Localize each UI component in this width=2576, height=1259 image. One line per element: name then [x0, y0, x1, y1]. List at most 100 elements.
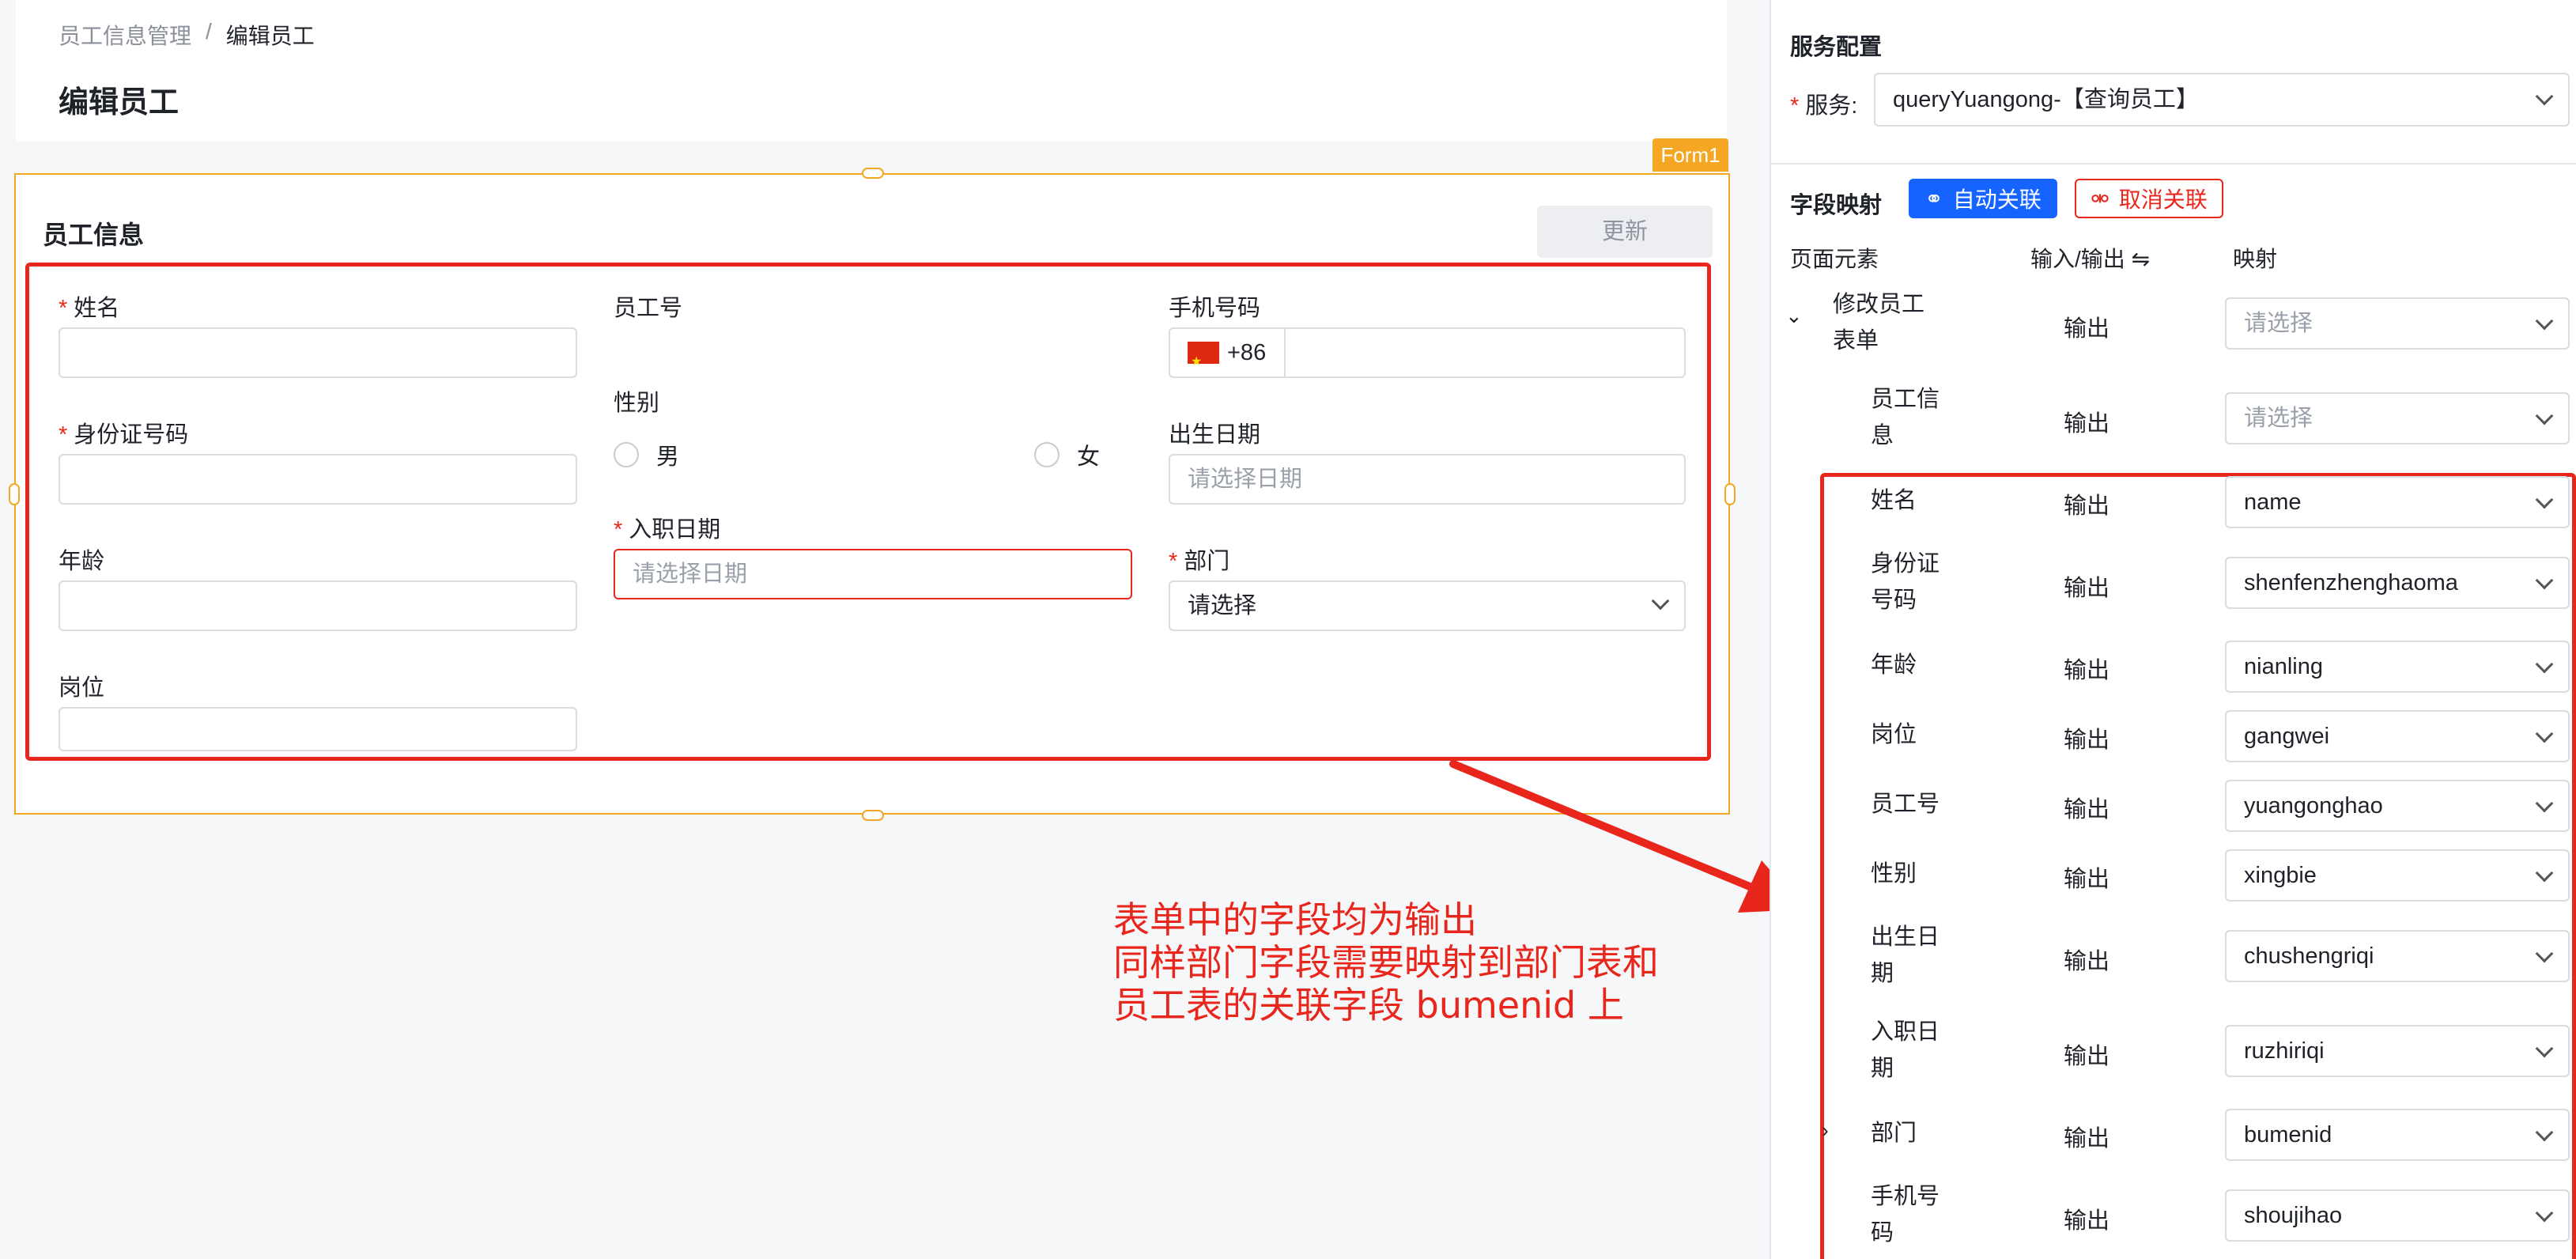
phone-input[interactable]: +86 [1169, 327, 1686, 386]
unlink-icon: ⚮ [2091, 186, 2110, 211]
element-name: 期 [1871, 961, 1894, 986]
resize-handle-bottom[interactable] [862, 810, 884, 821]
service-select[interactable]: queryYuangong-【查询员工】 [1874, 73, 2570, 127]
properties-panel: 服务配置 * 服务: queryYuangong-【查询员工】 字段映射 ⚭ 自动… [1770, 0, 2576, 1259]
chevron-down-icon [2535, 655, 2554, 674]
mapping-select[interactable]: yuangonghao [2225, 780, 2570, 832]
birthdate-picker[interactable]: 请选择日期 [1169, 454, 1686, 505]
panel-divider [1771, 163, 2576, 164]
department-label: * 部门 [1169, 549, 1230, 574]
breadcrumb-parent[interactable]: 员工信息管理 [59, 19, 191, 51]
auto-link-button[interactable]: ⚭ 自动关联 [1909, 179, 2057, 218]
resize-handle-left[interactable] [9, 483, 20, 505]
resize-handle-right[interactable] [1724, 483, 1736, 505]
mapping-row[interactable]: 年龄 输出 nianling [1771, 641, 2576, 693]
mapping-select[interactable]: ruzhiriqi [2225, 1025, 2570, 1077]
mapping-row[interactable]: 手机号 码 输出 shoujihao [1771, 1178, 2576, 1254]
update-button[interactable]: 更新 [1537, 206, 1713, 258]
element-name: 表单 [1833, 328, 1879, 354]
radio-circle-icon[interactable] [1034, 442, 1059, 467]
column-header-mapping: 映射 [2233, 247, 2278, 271]
mapping-select[interactable]: nianling [2225, 641, 2570, 693]
io-type: 输出 [2064, 867, 2110, 892]
mapping-select[interactable]: name [2225, 476, 2570, 528]
element-name: 员工号 [1871, 792, 1940, 817]
io-type: 输出 [2064, 411, 2110, 437]
idcard-input[interactable] [59, 454, 577, 505]
chevron-down-icon [2535, 1039, 2554, 1058]
breadcrumb-separator: / [206, 19, 212, 43]
chevron-down-icon [2535, 571, 2554, 590]
column-header-io[interactable]: 输入/输出 ⇋ [2030, 242, 2150, 274]
element-name: 年龄 [1871, 652, 1917, 678]
mapping-row[interactable]: 岗位 输出 gangwei [1771, 710, 2576, 762]
position-input[interactable] [59, 707, 577, 751]
annotation-arrow [1449, 760, 1804, 913]
mapping-row[interactable]: 出生日 期 输出 chushengriqi [1771, 919, 2576, 995]
element-name: 期 [1871, 1056, 1894, 1081]
element-name: 号码 [1871, 588, 1917, 613]
chevron-down-icon [2535, 864, 2554, 883]
section-title: 员工信息 [43, 221, 145, 249]
io-type: 输出 [2064, 658, 2110, 683]
gender-female-radio[interactable]: 女 [1034, 438, 1100, 471]
mapping-select[interactable]: 请选择 [2225, 392, 2570, 444]
design-canvas: 员工信息管理 / 编辑员工 编辑员工 Form1 员工信息 更新 * 姓名 * 身份… [0, 0, 1804, 1259]
name-input[interactable] [59, 327, 577, 378]
mapping-row[interactable]: 性别 输出 xingbie [1771, 849, 2576, 902]
io-type: 输出 [2064, 576, 2110, 601]
chevron-down-icon [2535, 406, 2554, 425]
element-name: 出生日 [1871, 924, 1940, 950]
chevron-right-icon[interactable]: › [1822, 1118, 1829, 1143]
chevron-down-icon[interactable]: ⌄ [1785, 304, 1803, 328]
element-name: 入职日 [1871, 1019, 1940, 1045]
mapping-row[interactable]: 员工信 息 输出 请选择 [1771, 381, 2576, 457]
hiredate-label: * 入职日期 [614, 517, 721, 543]
mapping-row[interactable]: ⌄ 修改员工 表单 输出 请选择 [1771, 286, 2576, 362]
mapping-select[interactable]: shenfenzhenghaoma [2225, 557, 2570, 609]
element-name: 手机号 [1871, 1184, 1940, 1209]
mapping-row[interactable]: 入职日 期 输出 ruzhiriqi [1771, 1014, 2576, 1090]
cancel-link-button[interactable]: ⚮ 取消关联 [2075, 179, 2223, 218]
mapping-row[interactable]: 姓名 输出 name [1771, 476, 2576, 528]
mapping-row[interactable]: 员工号 输出 yuangonghao [1771, 780, 2576, 832]
io-type: 输出 [2064, 1208, 2110, 1234]
birthdate-label: 出生日期 [1169, 422, 1261, 448]
phone-label: 手机号码 [1169, 296, 1261, 321]
mapping-select[interactable]: shoujihao [2225, 1189, 2570, 1242]
age-input[interactable] [59, 580, 577, 631]
department-select[interactable]: 请选择 [1169, 580, 1686, 631]
resize-handle-top[interactable] [862, 168, 884, 179]
china-flag-icon [1188, 338, 1219, 386]
chevron-down-icon [2535, 1123, 2554, 1142]
mapping-select[interactable]: gangwei [2225, 710, 2570, 762]
gender-male-radio[interactable]: 男 [614, 438, 679, 471]
service-config-title: 服务配置 [1790, 35, 1883, 60]
mapping-select[interactable]: bumenid [2225, 1109, 2570, 1161]
age-label: 年龄 [59, 549, 105, 574]
element-name: 部门 [1871, 1121, 1917, 1146]
chevron-down-icon [2535, 312, 2554, 331]
page-header: 员工信息管理 / 编辑员工 编辑员工 [16, 0, 1727, 141]
mapping-select[interactable]: chushengriqi [2225, 930, 2570, 982]
service-label: * 服务: [1790, 93, 1858, 119]
chevron-down-icon [2535, 724, 2554, 743]
mapping-select[interactable]: 请选择 [2225, 297, 2570, 350]
chevron-down-icon [1651, 592, 1670, 611]
element-name: 性别 [1871, 861, 1917, 887]
element-name: 修改员工 [1833, 292, 1925, 317]
io-type: 输出 [2064, 1126, 2110, 1151]
element-name: 姓名 [1871, 488, 1917, 513]
mapping-row[interactable]: › 部门 输出 bumenid [1771, 1109, 2576, 1161]
element-name: 员工信 [1871, 387, 1940, 412]
mapping-row[interactable]: 身份证 号码 输出 shenfenzhenghaoma [1771, 546, 2576, 622]
gender-label: 性别 [614, 391, 660, 416]
radio-circle-icon[interactable] [614, 442, 639, 467]
hiredate-picker[interactable]: 请选择日期 [614, 549, 1132, 599]
form-tag[interactable]: Form1 [1652, 138, 1728, 172]
mapping-select[interactable]: xingbie [2225, 849, 2570, 902]
field-mapping-title: 字段映射 [1790, 193, 1883, 218]
io-type: 输出 [2064, 316, 2110, 342]
phone-country-select[interactable]: +86 [1170, 329, 1286, 386]
io-type: 输出 [2064, 493, 2110, 519]
